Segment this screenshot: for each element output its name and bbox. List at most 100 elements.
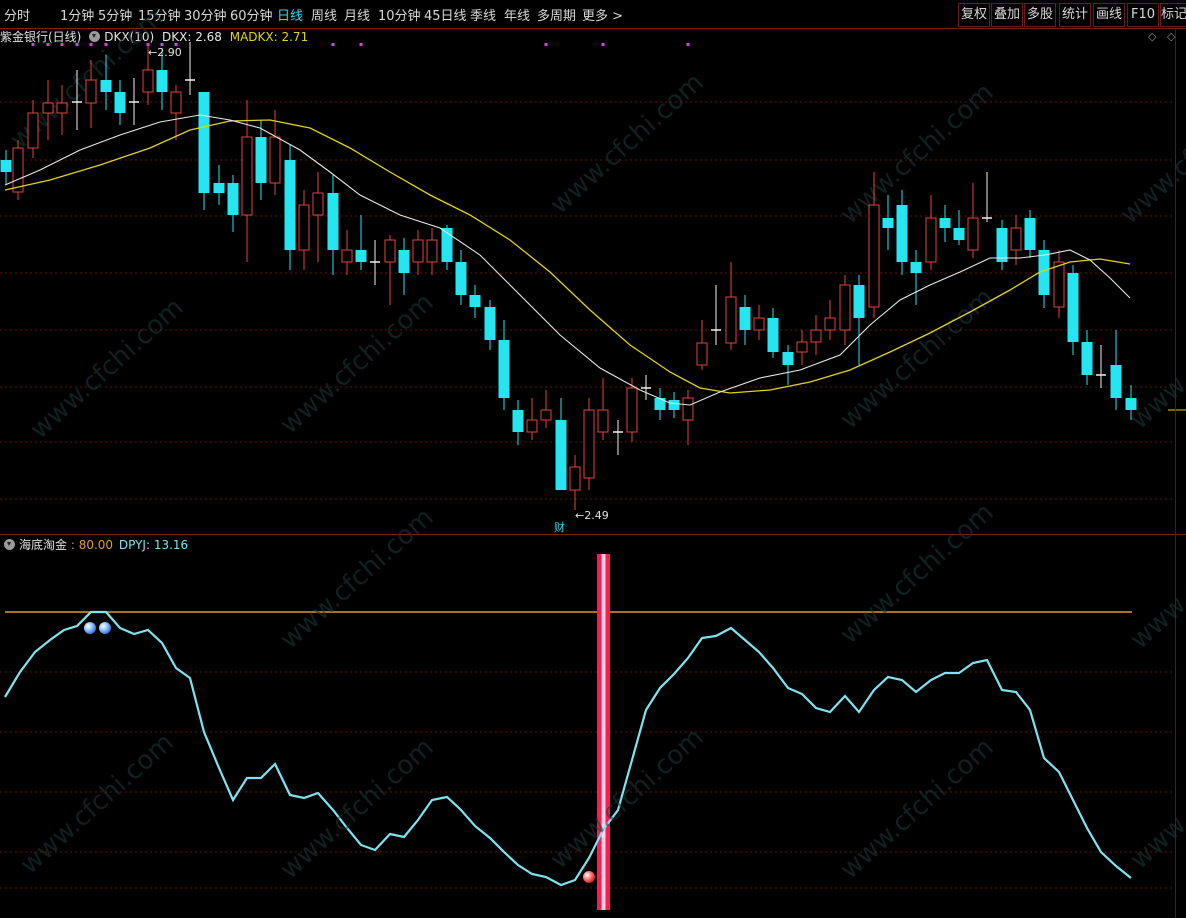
candle <box>782 345 794 385</box>
candle-body <box>597 409 609 433</box>
watermark-text: www.cfchi.com <box>15 727 180 880</box>
high-price-marker: ←2.90 <box>148 46 182 59</box>
candle <box>526 398 538 440</box>
candle <box>668 392 680 418</box>
candle <box>824 300 836 340</box>
candle <box>682 390 694 445</box>
candle-body <box>455 262 467 295</box>
candle-body <box>142 69 154 93</box>
candle-body <box>327 193 339 250</box>
candle-body <box>696 342 708 366</box>
candle <box>426 228 438 275</box>
candle <box>284 145 296 270</box>
candle <box>498 320 510 410</box>
watermark-text: www.cfchi.com <box>25 292 190 445</box>
candle-body <box>241 136 253 216</box>
candle <box>170 85 182 140</box>
candle <box>213 165 225 205</box>
candle <box>255 120 267 200</box>
candle <box>12 140 24 200</box>
candle <box>1067 265 1079 355</box>
candle <box>185 42 195 95</box>
candle <box>654 388 666 420</box>
candle-body <box>42 102 54 114</box>
candle-body <box>213 183 225 193</box>
marker-dot <box>331 43 335 46</box>
low-price-value: 2.49 <box>584 509 609 522</box>
candle-body <box>56 102 68 114</box>
watermark-text: www.cfchi.com <box>275 732 440 885</box>
watermark-text: www.cfchi.com <box>545 67 710 220</box>
candle <box>370 240 380 285</box>
dpyj-value: DPYJ: 13.16 <box>118 538 189 552</box>
candle <box>753 305 765 340</box>
marker-dot <box>46 43 50 46</box>
candle <box>512 400 524 445</box>
candle-body <box>839 284 851 331</box>
buy-signal-ball-icon <box>583 871 595 883</box>
candle <box>739 295 751 345</box>
candle <box>441 225 453 270</box>
candlestick-chart[interactable]: www.cfchi.com www.cfchi.com www.cfchi.com w… <box>0 0 1186 918</box>
watermark-text: www.cfchi.com <box>275 287 440 440</box>
candle-body <box>910 262 922 273</box>
candle <box>269 110 281 195</box>
marker-dot <box>601 43 605 46</box>
candle <box>953 210 965 245</box>
candle <box>641 375 651 400</box>
madkx-line <box>4 119 1131 394</box>
candle-body <box>540 409 552 421</box>
candle <box>455 250 467 305</box>
marker-dot <box>686 43 690 46</box>
candle-body <box>312 192 324 216</box>
candle <box>896 190 908 275</box>
candle-body <box>782 352 794 365</box>
watermark-text: www.cfchi.com <box>1125 502 1186 655</box>
candle <box>469 285 481 318</box>
watermark-text: www.cfchi.com <box>835 732 1000 885</box>
candle <box>711 285 721 345</box>
candle-body <box>810 329 822 343</box>
candle-body <box>925 217 937 263</box>
candle <box>227 175 239 232</box>
candle-body <box>569 466 581 491</box>
candle-body <box>384 239 396 263</box>
candle <box>583 398 595 490</box>
candle <box>967 183 979 258</box>
high-price-value: 2.90 <box>157 46 182 59</box>
candle-body <box>896 205 908 262</box>
marker-dot <box>60 43 64 46</box>
candle-body <box>1081 342 1093 375</box>
sub-indicator-name: 海底淘金 <box>19 538 68 552</box>
candle-body <box>412 239 424 263</box>
marker-dot <box>31 43 35 46</box>
candle-body <box>0 160 12 172</box>
watermark-text: www.cfchi.com <box>545 722 710 875</box>
candle-body <box>1024 218 1036 250</box>
sub-indicator-dropdown-icon[interactable] <box>4 539 15 550</box>
candle-body <box>626 387 638 433</box>
candle <box>996 220 1008 270</box>
candle-body <box>967 217 979 251</box>
candle-body <box>725 296 737 344</box>
candle-body <box>512 410 524 432</box>
candle-body <box>824 317 836 331</box>
candle-body <box>1053 261 1065 308</box>
candle-body <box>227 183 239 215</box>
candle <box>341 230 353 275</box>
candle <box>910 250 922 305</box>
candle <box>613 420 623 455</box>
candle <box>412 230 424 275</box>
candle-body <box>996 228 1008 262</box>
candle-body <box>796 341 808 353</box>
candle-body <box>939 218 951 228</box>
candle-body <box>426 239 438 263</box>
candle-body <box>469 295 481 307</box>
candle <box>810 315 822 355</box>
candle-body <box>555 420 567 490</box>
candle <box>540 390 552 428</box>
candle <box>853 275 865 365</box>
candle <box>484 300 496 350</box>
watermark-text: www.cfchi.com <box>835 77 1000 230</box>
finance-event-badge[interactable]: 财 <box>554 520 565 534</box>
